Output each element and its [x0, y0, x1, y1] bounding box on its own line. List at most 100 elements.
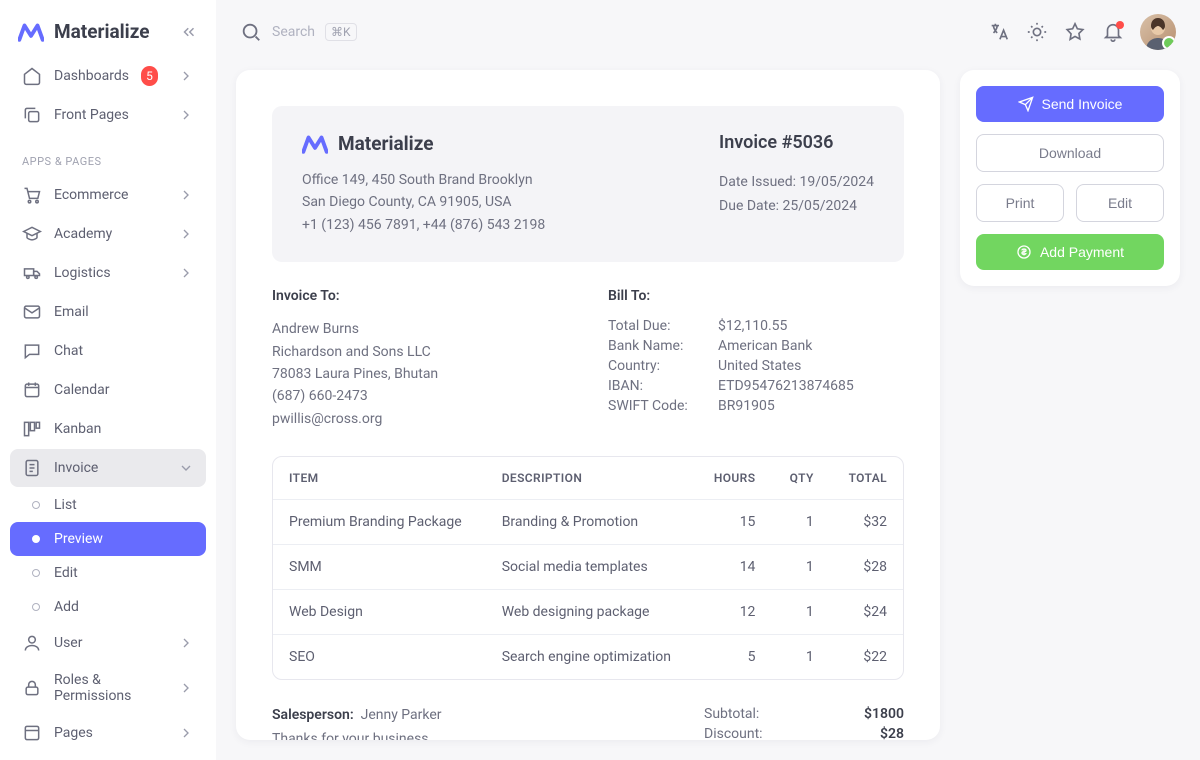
chat-icon [22, 341, 42, 361]
star-icon[interactable] [1064, 21, 1086, 43]
edit-button[interactable]: Edit [1076, 184, 1164, 222]
dot-icon [32, 603, 40, 611]
chevron-right-icon [178, 265, 194, 281]
discount: $28 [880, 726, 904, 740]
thanks: Thanks for your business [272, 728, 664, 740]
bank-label: Bank Name: [608, 338, 718, 354]
col-total: TOTAL [830, 457, 903, 500]
company-address2: San Diego County, CA 91905, USA [302, 191, 545, 213]
cell-total: $28 [830, 545, 903, 590]
sidebar-collapse-icon[interactable] [180, 23, 198, 41]
cell-qty: 1 [771, 635, 829, 680]
brand-logo-icon [18, 22, 44, 42]
col-desc: DESCRIPTION [486, 457, 695, 500]
search-icon [240, 21, 262, 43]
search-placeholder: Search [272, 24, 315, 40]
add-payment-button[interactable]: Add Payment [976, 234, 1164, 270]
table-row: SEOSearch engine optimization51$22 [273, 635, 903, 680]
nav-label: Roles & Permissions [54, 672, 166, 704]
invoice-title: Invoice #5036 [719, 132, 874, 153]
nav-invoice-preview[interactable]: Preview [10, 522, 206, 556]
bell-icon[interactable] [1102, 21, 1124, 43]
to-email: pwillis@cross.org [272, 408, 568, 430]
search-kbd: ⌘K [325, 23, 357, 41]
main: Search ⌘K Materialize Office 149, 450 So… [216, 0, 1200, 760]
nav-label: Chat [54, 343, 83, 359]
nav-front-pages[interactable]: Front Pages [10, 96, 206, 134]
cell-desc: Web designing package [486, 590, 695, 635]
chevron-right-icon [178, 187, 194, 203]
total-due-label: Total Due: [608, 318, 718, 334]
nav-invoice-edit[interactable]: Edit [10, 556, 206, 590]
download-button[interactable]: Download [976, 134, 1164, 172]
nav-invoice-list[interactable]: List [10, 488, 206, 522]
dollar-icon [1016, 244, 1032, 260]
topbar: Search ⌘K [216, 0, 1200, 60]
cell-item: SMM [273, 545, 486, 590]
print-button[interactable]: Print [976, 184, 1064, 222]
top-icons [988, 14, 1176, 50]
invoice-to-label: Invoice To: [272, 288, 568, 304]
theme-icon[interactable] [1026, 21, 1048, 43]
salesperson: Jenny Parker [361, 707, 442, 723]
language-icon[interactable] [988, 21, 1010, 43]
nav-calendar[interactable]: Calendar [10, 371, 206, 409]
nav-roles[interactable]: Roles & Permissions [10, 663, 206, 713]
content: Materialize Office 149, 450 South Brand … [216, 60, 1200, 760]
nav-invoice[interactable]: Invoice [10, 449, 206, 487]
send-invoice-button[interactable]: Send Invoice [976, 86, 1164, 122]
footer-left: Salesperson: Jenny Parker Thanks for you… [272, 704, 664, 740]
country-label: Country: [608, 358, 718, 374]
table-header-row: ITEM DESCRIPTION HOURS QTY TOTAL [273, 457, 903, 500]
nav-label: Kanban [54, 421, 101, 437]
search[interactable]: Search ⌘K [240, 21, 974, 43]
nav-label: Academy [54, 226, 112, 242]
footer-totals: Subtotal:$1800 Discount:$28 Tax:21% Tota… [704, 704, 904, 740]
nav-invoice-add[interactable]: Add [10, 590, 206, 624]
invoice-icon [22, 458, 42, 478]
iban-label: IBAN: [608, 378, 718, 394]
brand-name: Materialize [54, 20, 149, 43]
nav-kanban[interactable]: Kanban [10, 410, 206, 448]
copy-icon [22, 105, 42, 125]
dot-icon [32, 535, 40, 543]
nav-logistics[interactable]: Logistics [10, 254, 206, 292]
bank: American Bank [718, 338, 904, 354]
discount-label: Discount: [704, 726, 763, 740]
nav-user[interactable]: User [10, 624, 206, 662]
actions-card: Send Invoice Download Print Edit Add Pay… [960, 70, 1180, 286]
nav-label: User [54, 635, 82, 651]
invoice-card: Materialize Office 149, 450 South Brand … [236, 70, 940, 740]
chevron-down-icon [178, 460, 194, 476]
invoice-table: ITEM DESCRIPTION HOURS QTY TOTAL Premium… [272, 456, 904, 680]
cell-item: Premium Branding Package [273, 500, 486, 545]
nav-authentication[interactable]: Authentication [10, 753, 206, 760]
invoice-to: Invoice To: Andrew Burns Richardson and … [272, 288, 568, 430]
avatar[interactable] [1140, 14, 1176, 50]
nav-ecommerce[interactable]: Ecommerce [10, 176, 206, 214]
cell-item: SEO [273, 635, 486, 680]
to-phone: (687) 660-2473 [272, 385, 568, 407]
to-org: Richardson and Sons LLC [272, 341, 568, 363]
download-label: Download [1039, 145, 1101, 161]
brand[interactable]: Materialize [10, 14, 206, 57]
iban: ETD95476213874685 [718, 378, 904, 394]
cell-hours: 5 [695, 635, 772, 680]
nav-chat[interactable]: Chat [10, 332, 206, 370]
cell-hours: 14 [695, 545, 772, 590]
invoice-company: Materialize Office 149, 450 South Brand … [302, 132, 545, 236]
table-row: SMMSocial media templates141$28 [273, 545, 903, 590]
col-hours: HOURS [695, 457, 772, 500]
col-qty: QTY [771, 457, 829, 500]
bill-to: Bill To: Total Due:$12,110.55 Bank Name:… [608, 288, 904, 430]
to-address: 78083 Laura Pines, Bhutan [272, 363, 568, 385]
user-icon [22, 633, 42, 653]
brand-logo-icon [302, 134, 328, 154]
nav-label: Invoice [54, 460, 98, 476]
nav-dashboards[interactable]: Dashboards 5 [10, 57, 206, 95]
send-label: Send Invoice [1042, 96, 1123, 112]
nav-label: Email [54, 304, 89, 320]
nav-academy[interactable]: Academy [10, 215, 206, 253]
nav-email[interactable]: Email [10, 293, 206, 331]
nav-pages[interactable]: Pages [10, 714, 206, 752]
